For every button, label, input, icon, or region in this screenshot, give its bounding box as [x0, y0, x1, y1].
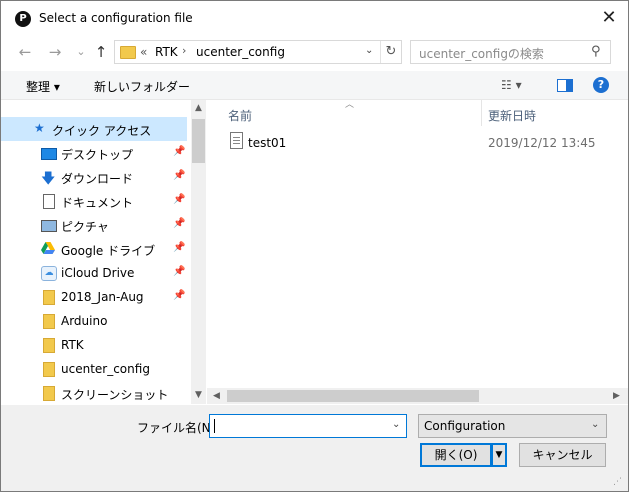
scroll-left-icon[interactable]: ◀: [209, 391, 224, 401]
sidebar-item-screenshots[interactable]: スクリーンショット: [1, 381, 187, 405]
sidebar-item-documents[interactable]: ドキュメント 📌: [1, 189, 187, 213]
window-title: Select a configuration file: [39, 11, 193, 25]
folder-icon: [43, 338, 55, 353]
file-type-filter[interactable]: Configuration ⌄: [418, 414, 607, 438]
pin-icon[interactable]: 📌: [173, 146, 185, 157]
resize-grip-icon[interactable]: ⋰: [613, 477, 622, 487]
preview-pane-icon[interactable]: [557, 79, 573, 92]
picture-icon: [41, 220, 57, 232]
navigation-pane: ★ クイック アクセス デスクトップ 📌 🡇 ダウンロード 📌 ドキュメント 📌…: [1, 100, 191, 404]
file-type-value: Configuration: [424, 419, 506, 433]
pin-icon[interactable]: 📌: [173, 242, 185, 253]
sidebar-item-label: RTK: [61, 338, 84, 352]
pin-icon[interactable]: 📌: [173, 218, 185, 229]
google-drive-icon: [41, 242, 55, 254]
new-folder-button[interactable]: 新しいフォルダー: [94, 78, 190, 95]
breadcrumb-rtk[interactable]: RTK: [155, 45, 178, 59]
column-divider[interactable]: [481, 100, 482, 126]
sidebar-item-label: 2018_Jan-Aug: [61, 290, 144, 304]
sidebar-item-label: デスクトップ: [61, 148, 134, 162]
app-icon: P: [15, 11, 31, 27]
sort-caret-icon: ︿: [345, 100, 355, 110]
folder-icon: [43, 362, 55, 377]
sidebar-item-label: Google ドライブ: [61, 244, 156, 258]
filename-label: ファイル名(N):: [137, 421, 220, 435]
back-button[interactable]: ←: [15, 42, 35, 62]
file-modified-date: 2019/12/12 13:45: [488, 136, 596, 150]
column-header-name[interactable]: 名前: [228, 107, 252, 124]
sidebar-item-label: ドキュメント: [61, 196, 134, 210]
sidebar-item-label: クイック アクセス: [52, 124, 152, 138]
title-bar: P Select a configuration file ✕: [1, 1, 628, 37]
pin-icon[interactable]: 📌: [173, 170, 185, 181]
pin-icon[interactable]: 📌: [173, 194, 185, 205]
sidebar-item-quick-access[interactable]: ★ クイック アクセス: [1, 117, 187, 141]
forward-button[interactable]: →: [45, 42, 65, 62]
sidebar-item-2018-jan-aug[interactable]: 2018_Jan-Aug 📌: [1, 285, 187, 309]
command-bar: 整理 ▾ 新しいフォルダー ☷ ▾ ?: [1, 71, 628, 100]
star-icon: ★: [34, 121, 45, 135]
view-options-icon[interactable]: ☷ ▾: [501, 78, 522, 92]
recent-locations-dropdown[interactable]: ⌄: [71, 42, 91, 62]
sidebar-item-rtk[interactable]: RTK: [1, 333, 187, 357]
icloud-icon: ☁: [41, 266, 57, 281]
pin-icon[interactable]: 📌: [173, 266, 185, 277]
organize-button[interactable]: 整理 ▾: [26, 78, 60, 95]
document-icon: [43, 194, 55, 209]
text-file-icon[interactable]: [230, 132, 243, 149]
open-button[interactable]: 開く(O): [420, 443, 492, 467]
sidebar-item-arduino[interactable]: Arduino: [1, 309, 187, 333]
address-bar[interactable]: « RTK › ucenter_config ⌄ ↻: [114, 40, 402, 64]
download-icon: 🡇: [41, 171, 56, 187]
file-dialog-window: P Select a configuration file ✕ ← → ⌄ ↑ …: [0, 0, 629, 492]
open-options-dropdown[interactable]: ▼: [491, 443, 507, 467]
search-input[interactable]: ucenter_configの検索: [419, 45, 544, 62]
folder-icon: [120, 46, 136, 59]
sidebar-item-desktop[interactable]: デスクトップ 📌: [1, 141, 187, 165]
sidebar-item-label: Arduino: [61, 314, 108, 328]
sidebar-item-downloads[interactable]: 🡇 ダウンロード 📌: [1, 165, 187, 189]
refresh-icon[interactable]: ↻: [383, 43, 399, 61]
text-caret: [214, 419, 215, 433]
cancel-button[interactable]: キャンセル: [519, 443, 606, 467]
sidebar-item-label: ピクチャ: [61, 220, 109, 234]
desktop-icon: [41, 148, 57, 160]
up-button[interactable]: ↑: [91, 42, 111, 62]
sidebar-item-icloud-drive[interactable]: ☁ iCloud Drive 📌: [1, 261, 187, 285]
sidebar-item-label: ucenter_config: [61, 362, 150, 376]
scrollbar-thumb[interactable]: [227, 390, 479, 402]
search-icon[interactable]: ⚲: [591, 44, 601, 59]
breadcrumb-ucenter-config[interactable]: ucenter_config: [196, 45, 285, 59]
scroll-up-icon[interactable]: ▲: [191, 103, 206, 113]
file-name[interactable]: test01: [248, 136, 286, 150]
breadcrumb-separator[interactable]: ›: [182, 44, 186, 57]
address-dropdown-icon[interactable]: ⌄: [365, 45, 373, 56]
address-divider: [380, 41, 381, 63]
scrollbar-thumb[interactable]: [192, 119, 205, 163]
chevron-down-icon[interactable]: ⌄: [392, 419, 400, 430]
sidebar-item-label: iCloud Drive: [61, 266, 135, 280]
sidebar-item-ucenter-config[interactable]: ucenter_config: [1, 357, 187, 381]
breadcrumb-overflow[interactable]: «: [140, 45, 147, 59]
folder-icon: [43, 290, 55, 305]
close-icon[interactable]: ✕: [597, 7, 621, 31]
sidebar-item-label: スクリーンショット: [61, 388, 169, 402]
chevron-down-icon[interactable]: ⌄: [591, 419, 599, 430]
search-box[interactable]: ucenter_configの検索 ⚲: [410, 40, 611, 64]
help-icon[interactable]: ?: [593, 77, 609, 93]
sidebar-item-google-drive[interactable]: Google ドライブ 📌: [1, 237, 187, 261]
pin-icon[interactable]: 📌: [173, 290, 185, 301]
filename-input[interactable]: ⌄: [209, 414, 407, 438]
sidebar-item-label: ダウンロード: [61, 172, 134, 186]
scroll-down-icon[interactable]: ▼: [191, 390, 206, 400]
folder-icon: [43, 386, 55, 401]
column-header-modified[interactable]: 更新日時: [488, 107, 536, 124]
scroll-right-icon[interactable]: ▶: [609, 391, 624, 401]
folder-icon: [43, 314, 55, 329]
sidebar-item-pictures[interactable]: ピクチャ 📌: [1, 213, 187, 237]
